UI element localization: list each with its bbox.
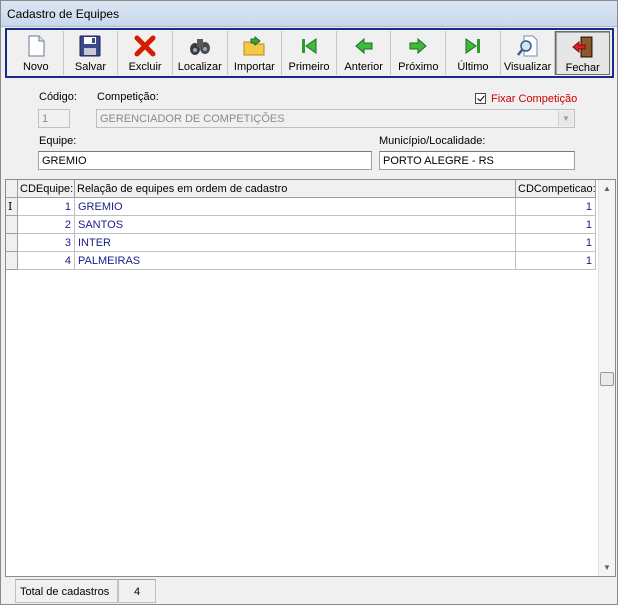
new-document-icon (28, 35, 45, 57)
cell-cdequipe[interactable]: 1 (18, 198, 75, 216)
cell-cdcompeticao[interactable]: 1 (516, 252, 596, 270)
toolbar: Novo Salvar Excluir Localizar Importar P… (5, 28, 614, 78)
ultimo-button[interactable]: Último (446, 31, 501, 75)
cell-cdcompeticao[interactable]: 1 (516, 198, 596, 216)
novo-label: Novo (22, 61, 49, 73)
cell-nome[interactable]: PALMEIRAS (75, 252, 516, 270)
cell-cdequipe[interactable]: 3 (18, 234, 75, 252)
fixar-competicao-label: Fixar Competição (491, 93, 578, 105)
cadastro-equipes-window: Cadastro de Equipes Novo Salvar Excluir (0, 0, 618, 605)
row-indicator (6, 252, 18, 270)
import-folder-icon (243, 35, 265, 56)
competicao-combobox[interactable]: GERENCIADOR DE COMPETIÇÕES ▼ (96, 109, 575, 128)
cell-cdequipe[interactable]: 4 (18, 252, 75, 270)
municipio-label: Município/Localidade: (379, 135, 486, 147)
current-row-indicator: I (6, 198, 18, 216)
equipes-grid[interactable]: CDEquipe: Relação de equipes em ordem de… (5, 179, 616, 577)
municipio-input[interactable]: PORTO ALEGRE - RS (379, 151, 575, 170)
scroll-up-arrow-icon[interactable]: ▲ (599, 180, 615, 197)
cell-cdcompeticao[interactable]: 1 (516, 216, 596, 234)
cell-cdcompeticao[interactable]: 1 (516, 234, 596, 252)
primeiro-button[interactable]: Primeiro (282, 31, 337, 75)
total-cadastros-value: 4 (118, 579, 156, 603)
codigo-label: Código: (39, 91, 77, 103)
cell-cdequipe[interactable]: 2 (18, 216, 75, 234)
localizar-button[interactable]: Localizar (173, 31, 228, 75)
ultimo-label: Último (457, 61, 489, 73)
scroll-down-arrow-icon[interactable]: ▼ (599, 559, 615, 576)
novo-button[interactable]: Novo (9, 31, 64, 75)
proximo-button[interactable]: Próximo (391, 31, 447, 75)
next-record-icon (409, 37, 428, 55)
previous-record-icon (354, 37, 373, 55)
salvar-label: Salvar (74, 61, 107, 73)
col-header-relacao[interactable]: Relação de equipes em ordem de cadastro (75, 180, 516, 198)
scroll-thumb[interactable] (600, 372, 614, 386)
row-indicator (6, 216, 18, 234)
fechar-button[interactable]: Fechar (555, 31, 611, 75)
binoculars-icon (189, 39, 210, 55)
anterior-label: Anterior (344, 61, 383, 73)
salvar-button[interactable]: Salvar (64, 31, 119, 75)
table-row[interactable]: 3 INTER 1 (6, 234, 599, 252)
floppy-disk-icon (79, 35, 101, 57)
red-x-icon (134, 35, 156, 57)
cell-nome[interactable]: INTER (75, 234, 516, 252)
status-bar: Total de cadastros 4 (5, 579, 616, 603)
row-cursor-marker: I (8, 200, 13, 213)
equipe-input[interactable]: GREMIO (38, 151, 372, 170)
window-title: Cadastro de Equipes (7, 7, 120, 21)
fechar-label: Fechar (565, 62, 600, 74)
grid-body: CDEquipe: Relação de equipes em ordem de… (6, 180, 599, 576)
competicao-value: GERENCIADOR DE COMPETIÇÕES (100, 113, 285, 125)
fixar-competicao-checkbox[interactable] (475, 93, 486, 104)
grid-corner (6, 180, 18, 198)
col-header-cdequipe[interactable]: CDEquipe: (18, 180, 75, 198)
table-row[interactable]: I 1 GREMIO 1 (6, 198, 599, 216)
anterior-button[interactable]: Anterior (337, 31, 392, 75)
grid-vertical-scrollbar[interactable]: ▲ ▼ (598, 180, 615, 576)
col-header-cdcompeticao[interactable]: CDCompeticao: (516, 180, 596, 198)
last-record-icon (465, 38, 480, 54)
excluir-label: Excluir (128, 61, 162, 73)
primeiro-label: Primeiro (288, 61, 330, 73)
importar-label: Importar (233, 61, 275, 73)
first-record-icon (302, 38, 317, 54)
table-row[interactable]: 4 PALMEIRAS 1 (6, 252, 599, 270)
importar-button[interactable]: Importar (228, 31, 283, 75)
proximo-label: Próximo (398, 61, 439, 73)
table-row[interactable]: 2 SANTOS 1 (6, 216, 599, 234)
total-cadastros-label: Total de cadastros (15, 579, 118, 603)
excluir-button[interactable]: Excluir (118, 31, 173, 75)
row-indicator (6, 234, 18, 252)
exit-door-icon (571, 36, 593, 58)
competicao-label: Competição: (97, 91, 159, 103)
chevron-down-icon[interactable]: ▼ (558, 111, 573, 126)
visualizar-label: Visualizar (503, 61, 552, 73)
visualizar-button[interactable]: Visualizar (501, 31, 556, 75)
equipe-label: Equipe: (39, 135, 77, 147)
cell-nome[interactable]: SANTOS (75, 216, 516, 234)
localizar-label: Localizar (177, 61, 222, 73)
codigo-input[interactable]: 1 (38, 109, 70, 128)
title-bar: Cadastro de Equipes (1, 1, 617, 27)
magnifier-document-icon (516, 35, 538, 57)
cell-nome[interactable]: GREMIO (75, 198, 516, 216)
